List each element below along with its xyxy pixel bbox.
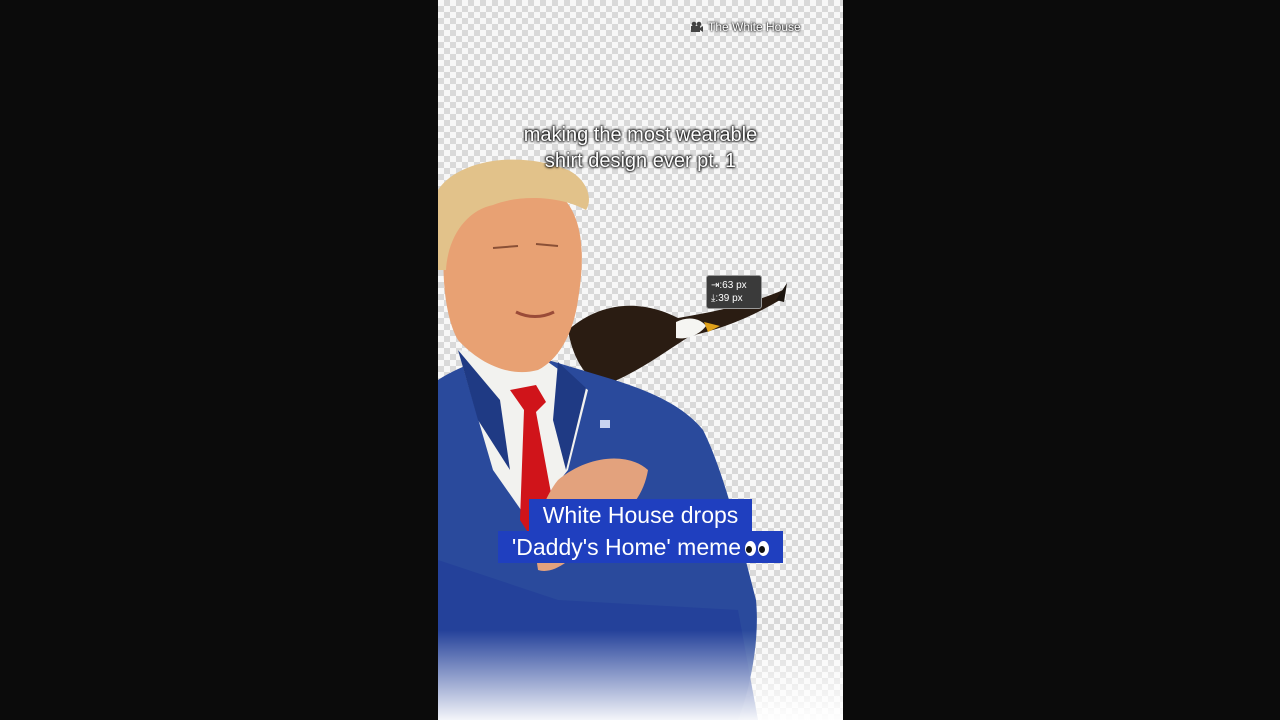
news-banner: White House drops 'Daddy's Home' meme [438,499,843,563]
video-camera-icon [691,21,703,32]
watermark: The White House [690,20,801,34]
banner-line-1: White House drops [528,499,753,531]
video-caption: making the most wearable shirt design ev… [523,124,758,172]
figure-illustration [438,159,787,720]
banner-line-2: 'Daddy's Home' meme [497,531,784,563]
measurement-tooltip: ⇥:63 px ⤓:39 px [706,275,762,309]
left-letterbox [0,0,438,720]
bottom-fade [438,630,843,720]
right-letterbox [843,0,1280,720]
horizontal-distance: 63 px [722,280,747,291]
vertical-distance: 39 px [718,293,743,304]
video-frame[interactable]: The White House making the most wearable… [438,0,843,720]
horizontal-symbol: ⇥: [711,280,723,291]
watermark-label: The White House [708,20,801,34]
banner-line-2-text: 'Daddy's Home' meme [511,534,742,560]
eyes-emoji-icon [745,541,770,557]
